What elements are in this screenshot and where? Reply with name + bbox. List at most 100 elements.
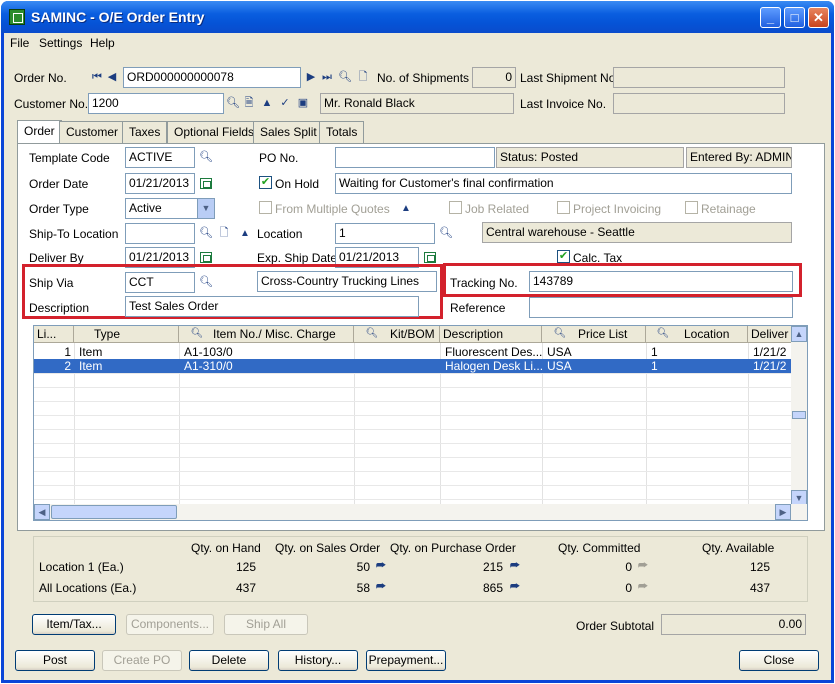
- tab-customer[interactable]: Customer: [59, 121, 126, 143]
- description-input[interactable]: Test Sales Order: [125, 296, 419, 317]
- col-description[interactable]: Description: [440, 326, 542, 343]
- chevron-down-icon[interactable]: ▼: [197, 199, 214, 218]
- search-icon[interactable]: 🔍︎: [338, 70, 352, 84]
- last-invoice-value: [613, 93, 785, 114]
- tab-optional-fields[interactable]: Optional Fields: [167, 121, 262, 143]
- row-line: 2: [64, 359, 71, 373]
- drilldown-icon[interactable]: ⮫: [374, 580, 388, 594]
- qty-committed-header: Qty. Committed: [558, 541, 641, 555]
- on-hold-reason-input[interactable]: Waiting for Customer's final confirmatio…: [335, 173, 792, 194]
- col-line[interactable]: Li...: [34, 326, 74, 343]
- ship-via-input[interactable]: CCT: [125, 272, 195, 293]
- scroll-thumb[interactable]: [792, 411, 806, 419]
- hscroll-thumb[interactable]: [51, 505, 177, 519]
- item-search-icon[interactable]: 🔍︎: [190, 327, 204, 341]
- minimize-button[interactable]: _: [760, 7, 781, 28]
- scroll-right-icon[interactable]: ▶: [775, 504, 791, 520]
- history-button[interactable]: History...: [278, 650, 358, 671]
- shipments-label: No. of Shipments: [377, 71, 470, 85]
- loc-qty-on-purchase: 215: [482, 560, 503, 574]
- scroll-up-icon[interactable]: ▲: [791, 326, 807, 342]
- ship-via-finder-icon[interactable]: 🔍︎: [199, 275, 213, 289]
- horizontal-scrollbar[interactable]: ◀ ▶: [34, 504, 807, 520]
- location-finder-icon[interactable]: 🔍︎: [439, 226, 453, 240]
- ship-to-finder-icon[interactable]: 🔍︎: [199, 226, 213, 240]
- deliver-by-calendar-icon[interactable]: [200, 252, 212, 263]
- table-row[interactable]: 1 Item A1-103/0 Fluorescent Des... USA 1…: [34, 345, 794, 359]
- order-no-input[interactable]: ORD000000000078: [123, 67, 301, 88]
- prepayment-button[interactable]: Prepayment...: [366, 650, 446, 671]
- calc-tax-checkbox[interactable]: ✔: [557, 250, 570, 263]
- customer-finder-icon[interactable]: 🔍︎: [226, 96, 240, 110]
- tab-totals[interactable]: Totals: [319, 121, 365, 143]
- zoom-up-icon[interactable]: ▲: [240, 229, 250, 239]
- job-related-checkbox[interactable]: [449, 201, 462, 214]
- menu-bar: File Settings Help: [4, 33, 831, 52]
- document-icon[interactable]: 🗎: [242, 96, 256, 110]
- template-code-input[interactable]: ACTIVE: [125, 147, 195, 168]
- drilldown-icon[interactable]: ⮫: [508, 580, 522, 594]
- app-icon: [9, 9, 25, 25]
- menu-file[interactable]: File: [10, 36, 29, 50]
- maximize-button[interactable]: □: [784, 7, 805, 28]
- price-list-search-icon[interactable]: 🔍︎: [553, 327, 567, 341]
- tab-sales-split[interactable]: Sales Split: [253, 121, 324, 143]
- retainage-checkbox[interactable]: [685, 201, 698, 214]
- next-record-icon[interactable]: ▶: [304, 70, 318, 84]
- row-location: 1: [651, 345, 658, 359]
- po-no-input[interactable]: [335, 147, 495, 168]
- order-date-input[interactable]: 01/21/2013: [125, 173, 195, 194]
- tab-taxes[interactable]: Taxes: [122, 121, 168, 143]
- exp-ship-calendar-icon[interactable]: [424, 252, 436, 263]
- ship-to-input[interactable]: [125, 223, 195, 244]
- window-title: SAMINC - O/E Order Entry: [31, 9, 205, 25]
- scroll-left-icon[interactable]: ◀: [34, 504, 50, 520]
- menu-settings[interactable]: Settings: [39, 36, 82, 50]
- order-date-calendar-icon[interactable]: [200, 178, 212, 189]
- template-finder-icon[interactable]: 🔍︎: [199, 150, 213, 164]
- close-button[interactable]: Close: [739, 650, 819, 671]
- col-item-no[interactable]: Item No./ Misc. Charge: [179, 326, 354, 343]
- drilldown-disabled-icon: ⮫: [637, 581, 649, 593]
- col-type[interactable]: Type: [74, 326, 179, 343]
- ship-via-description[interactable]: Cross-Country Trucking Lines: [257, 271, 437, 292]
- drilldown-icon[interactable]: ⮫: [374, 559, 388, 573]
- from-quotes-checkbox[interactable]: [259, 201, 272, 214]
- row-location: 1: [651, 359, 658, 373]
- previous-record-icon[interactable]: ◀: [105, 70, 119, 84]
- last-record-icon[interactable]: ⏭: [320, 70, 334, 84]
- menu-help[interactable]: Help: [90, 36, 115, 50]
- vertical-scrollbar[interactable]: ▲ ▼: [791, 326, 807, 506]
- location-search-icon[interactable]: 🔍︎: [656, 327, 670, 341]
- new-document-icon[interactable]: 🗋: [356, 70, 370, 84]
- post-button[interactable]: Post: [15, 650, 95, 671]
- row-item-no: A1-310/0: [184, 359, 233, 373]
- order-subtotal-label: Order Subtotal: [576, 619, 655, 633]
- close-window-button[interactable]: ✕: [808, 7, 829, 28]
- components-button[interactable]: Components...: [126, 614, 214, 635]
- ship-all-button[interactable]: Ship All: [224, 614, 308, 635]
- tracking-no-input[interactable]: 143789: [529, 271, 793, 292]
- order-detail-grid[interactable]: Li... Type Item No./ Misc. Charge Kit/BO…: [33, 325, 808, 521]
- row-item-no: A1-103/0: [184, 345, 233, 359]
- collapse-up-icon[interactable]: ▲: [401, 204, 411, 214]
- drilldown-icon[interactable]: ⮫: [508, 559, 522, 573]
- tab-order[interactable]: Order: [17, 120, 62, 144]
- delete-button[interactable]: Delete: [189, 650, 269, 671]
- qty-on-sales-order-header: Qty. on Sales Order: [275, 541, 381, 555]
- reference-input[interactable]: [529, 297, 793, 318]
- table-row[interactable]: 2 Item A1-310/0 Halogen Desk Li... USA 1…: [34, 359, 794, 373]
- first-record-icon[interactable]: ⏮: [90, 70, 104, 84]
- new-ship-to-icon[interactable]: 🗋: [217, 226, 231, 240]
- create-po-button[interactable]: Create PO: [102, 650, 182, 671]
- customer-info-icon[interactable]: ▣: [296, 96, 310, 110]
- on-hold-label: On Hold: [275, 177, 320, 191]
- customer-no-input[interactable]: 1200: [88, 93, 224, 114]
- on-hold-checkbox[interactable]: ✔: [259, 176, 272, 189]
- location-input[interactable]: 1: [335, 223, 435, 244]
- item-tax-button[interactable]: Item/Tax...: [32, 614, 116, 635]
- zoom-up-icon[interactable]: ▲: [260, 96, 274, 110]
- edit-icon[interactable]: ✓: [278, 96, 292, 110]
- project-invoicing-checkbox[interactable]: [557, 201, 570, 214]
- kit-search-icon[interactable]: 🔍︎: [365, 327, 379, 341]
